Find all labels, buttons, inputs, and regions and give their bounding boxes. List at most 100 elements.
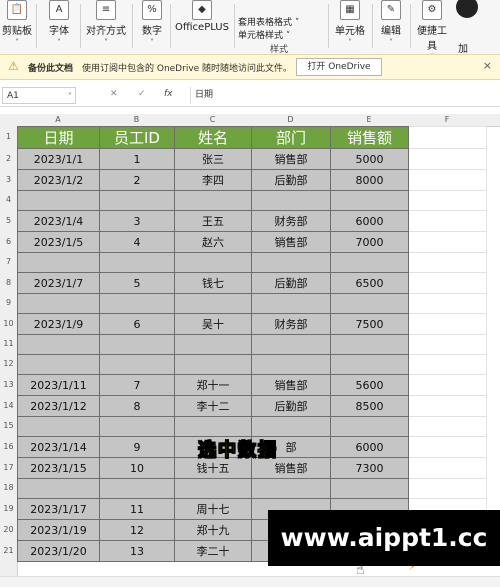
table-cell[interactable]: 8 <box>99 395 175 417</box>
table-cell[interactable] <box>17 293 100 314</box>
table-cell[interactable]: 7 <box>99 374 175 396</box>
font-group[interactable]: A 字体 ˅ <box>44 0 74 48</box>
chevron-down-icon[interactable]: ˅ <box>68 88 72 105</box>
empty-cell[interactable] <box>408 395 487 417</box>
table-cell[interactable] <box>251 478 331 499</box>
table-cell[interactable]: 郑十一 <box>174 374 252 396</box>
table-cell[interactable] <box>251 354 331 375</box>
row-number[interactable]: 16 <box>0 442 17 451</box>
clipboard-group[interactable]: 📋 剪贴板 ˅ <box>2 0 32 48</box>
table-cell[interactable] <box>17 354 100 375</box>
table-cell[interactable] <box>251 416 331 437</box>
row-number[interactable]: 4 <box>0 195 17 204</box>
table-cell[interactable]: 2023/1/17 <box>17 498 100 520</box>
table-cell[interactable] <box>99 354 175 375</box>
table-cell[interactable] <box>330 478 409 499</box>
table-cell[interactable] <box>174 478 252 499</box>
blank-row[interactable] <box>17 354 487 375</box>
header-cell[interactable]: 姓名 <box>174 126 252 149</box>
row-number[interactable]: 9 <box>0 298 17 307</box>
table-cell[interactable]: 钱七 <box>174 272 252 294</box>
table-cell[interactable]: 后勤部 <box>251 395 331 417</box>
empty-cell[interactable] <box>408 416 487 437</box>
header-cell[interactable]: 部门 <box>251 126 331 149</box>
format-as-table-button[interactable]: 套用表格格式 ˅ <box>238 17 324 30</box>
empty-cell[interactable] <box>408 313 487 335</box>
table-cell[interactable]: 2023/1/5 <box>17 231 100 253</box>
row-number[interactable]: 8 <box>0 278 17 287</box>
column-header-f[interactable]: F <box>408 114 486 126</box>
table-cell[interactable]: 5600 <box>330 374 409 396</box>
formula-input[interactable]: 日期 <box>190 87 490 104</box>
table-cell[interactable]: 李二十 <box>174 540 252 562</box>
blank-row[interactable] <box>17 478 487 499</box>
column-header-d[interactable]: D <box>251 114 330 126</box>
table-cell[interactable] <box>330 354 409 375</box>
table-cell[interactable] <box>174 293 252 314</box>
table-cell[interactable]: 2023/1/15 <box>17 457 100 479</box>
empty-cell[interactable] <box>408 436 487 458</box>
table-cell[interactable]: 9 <box>99 436 175 458</box>
table-cell[interactable]: 2023/1/19 <box>17 519 100 541</box>
insert-function-icon[interactable]: fx <box>164 89 173 99</box>
empty-cell[interactable] <box>408 334 487 355</box>
empty-cell[interactable] <box>408 252 487 273</box>
row-number[interactable]: 13 <box>0 380 17 389</box>
table-cell[interactable]: 后勤部 <box>251 169 331 191</box>
table-cell[interactable]: 3 <box>99 210 175 232</box>
table-cell[interactable] <box>99 252 175 273</box>
row-number[interactable]: 6 <box>0 237 17 246</box>
empty-cell[interactable] <box>408 169 487 191</box>
table-cell[interactable]: 销售部 <box>251 148 331 170</box>
table-cell[interactable]: 财务部 <box>251 313 331 335</box>
table-cell[interactable] <box>17 190 100 211</box>
row-number[interactable]: 21 <box>0 546 17 555</box>
table-row[interactable]: 2023/1/7 5 钱七 后勤部 6500 <box>17 272 487 294</box>
name-box[interactable]: A1 ˅ <box>2 87 76 104</box>
table-cell[interactable]: 张三 <box>174 148 252 170</box>
header-row[interactable]: 日期 员工ID 姓名 部门 销售额 <box>17 126 487 149</box>
officeplus-group[interactable]: ◆ OfficePLUS <box>174 0 230 33</box>
table-cell[interactable]: 2023/1/12 <box>17 395 100 417</box>
cancel-icon[interactable]: ✕ <box>110 89 118 99</box>
table-cell[interactable]: 7500 <box>330 313 409 335</box>
row-number[interactable]: 19 <box>0 504 17 513</box>
table-cell[interactable]: 5000 <box>330 148 409 170</box>
table-cell[interactable] <box>251 334 331 355</box>
avatar[interactable] <box>456 0 478 18</box>
table-cell[interactable] <box>99 334 175 355</box>
empty-cell[interactable] <box>408 478 487 499</box>
blank-row[interactable] <box>17 334 487 355</box>
empty-cell[interactable] <box>408 457 487 479</box>
table-row[interactable]: 2023/1/5 4 赵六 销售部 7000 <box>17 231 487 253</box>
table-cell[interactable] <box>251 293 331 314</box>
table-cell[interactable] <box>330 293 409 314</box>
empty-cell[interactable] <box>408 231 487 253</box>
empty-cell[interactable] <box>408 272 487 294</box>
table-cell[interactable]: 10 <box>99 457 175 479</box>
table-cell[interactable]: 2 <box>99 169 175 191</box>
table-cell[interactable] <box>174 252 252 273</box>
table-cell[interactable]: 13 <box>99 540 175 562</box>
column-header-c[interactable]: C <box>174 114 251 126</box>
table-cell[interactable] <box>330 252 409 273</box>
table-cell[interactable]: 8000 <box>330 169 409 191</box>
table-cell[interactable] <box>174 354 252 375</box>
table-cell[interactable]: 7000 <box>330 231 409 253</box>
row-number[interactable]: 14 <box>0 401 17 410</box>
row-number[interactable]: 3 <box>0 175 17 184</box>
conditional-format-button[interactable] <box>238 4 324 17</box>
row-number[interactable]: 12 <box>0 359 17 368</box>
open-onedrive-button[interactable]: 打开 OneDrive <box>296 58 382 76</box>
table-cell[interactable]: 6000 <box>330 436 409 458</box>
table-cell[interactable] <box>174 190 252 211</box>
table-cell[interactable]: 王五 <box>174 210 252 232</box>
table-cell[interactable]: 销售部 <box>251 374 331 396</box>
table-cell[interactable]: 后勤部 <box>251 272 331 294</box>
row-number[interactable]: 10 <box>0 319 17 328</box>
table-cell[interactable] <box>17 416 100 437</box>
alignment-group[interactable]: ≡ 对齐方式 ˅ <box>84 0 128 48</box>
table-cell[interactable]: 吴十 <box>174 313 252 335</box>
table-cell[interactable]: 赵六 <box>174 231 252 253</box>
table-cell[interactable]: 2023/1/20 <box>17 540 100 562</box>
